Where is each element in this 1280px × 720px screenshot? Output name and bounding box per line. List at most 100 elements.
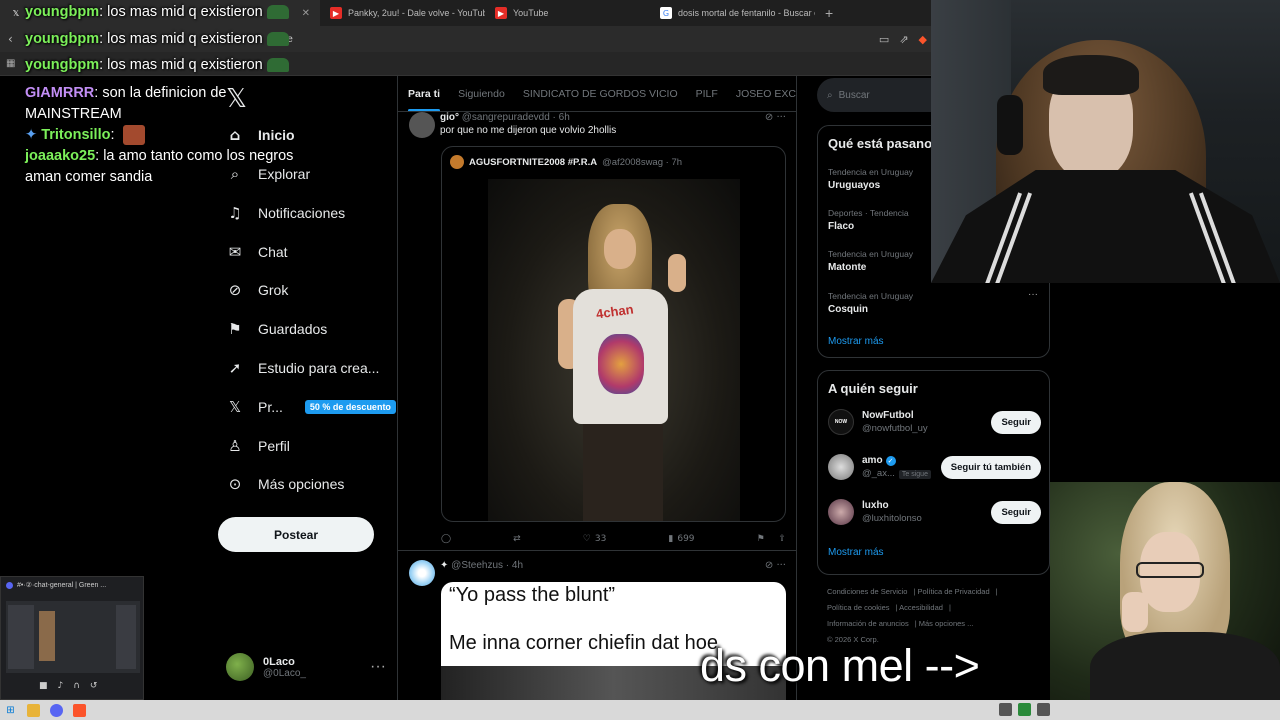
brave-shield-icon[interactable]: ◆ (919, 33, 927, 46)
browser-tab[interactable]: G dosis mortal de fentanilo - Buscar co (650, 0, 815, 26)
folder-icon[interactable] (27, 703, 40, 717)
follow-suggestion[interactable]: NOW NowFutbol @nowfutbol_uy Seguir (828, 409, 1041, 435)
follow-suggestion[interactable]: amo ✓ @_ax... Te sigue Seguir tú también (828, 454, 1041, 480)
nav-chat[interactable]: ✉ Chat (226, 239, 288, 265)
plus-icon: + (825, 5, 834, 21)
avatar[interactable] (409, 560, 435, 586)
post-photo[interactable]: 4chan (488, 179, 740, 521)
nav-profile[interactable]: ♙ Perfil (226, 433, 290, 459)
bookmark-icon: ⚑ (228, 320, 242, 338)
tray-icon[interactable] (999, 703, 1012, 716)
discord-popout[interactable]: #•️·②·chat-general | Green ... ■ ♪ ∩ ↺ (0, 576, 144, 700)
views-button[interactable]: ▮ 699 (668, 534, 694, 544)
back-icon[interactable]: ‹ (8, 32, 13, 46)
chat-message: joaaako25: la amo tanto como los negros … (25, 148, 294, 185)
footer-link[interactable]: Accesibilidad (899, 603, 943, 612)
nav-bookmarks[interactable]: ⚑ Guardados (226, 316, 327, 342)
discord-title: #•️·②·chat-general | Green ... (1, 577, 143, 593)
close-tab-icon[interactable]: ✕ (302, 8, 310, 19)
more-dots-icon[interactable]: ··· (776, 560, 786, 571)
post-header: ✦ @Steehzus · 4h (440, 560, 523, 571)
view-count: 699 (677, 534, 695, 544)
discord-icon[interactable] (50, 703, 63, 717)
photo-pants (583, 424, 663, 521)
repost-icon: ⇄ (513, 534, 521, 544)
promo-badge: 50 % de descuento (304, 400, 396, 414)
show-more-link[interactable]: Mostrar más (828, 547, 884, 558)
chat-message: GIAMRRR: son la definicion de MAINSTREAM (25, 85, 227, 122)
nav-notifications[interactable]: ♫ Notificaciones (226, 200, 345, 226)
trend-item[interactable]: Deportes · Tendencia Flaco (828, 208, 909, 232)
post[interactable]: gio° @sangrepuradevdd · 6h por que no me… (398, 112, 796, 551)
footer-link[interactable]: Condiciones de Servicio (827, 587, 907, 596)
bookmark-button[interactable]: ⚑ ⇪ (757, 534, 786, 544)
more-circle-icon: ⊙ (228, 475, 242, 493)
nav-premium[interactable]: 𝕏 Pr... 50 % de descuento (226, 394, 396, 420)
grok-icon[interactable]: ⊘ (765, 560, 773, 571)
like-count: 33 (594, 534, 607, 544)
reader-icon[interactable]: ▭ (879, 33, 889, 46)
chat-username: Tritonsillo (41, 127, 111, 143)
avatar (828, 454, 854, 480)
follow-button[interactable]: Seguir (991, 500, 1041, 524)
taskbar: ⊞ (0, 700, 1280, 720)
tab-list[interactable]: SINDICATO DE GORDOS VICIO (523, 88, 678, 100)
disconnect-icon[interactable]: ↺ (90, 681, 98, 691)
post-meta: @Steehzus · 4h (451, 560, 524, 571)
brave-icon[interactable] (73, 703, 86, 717)
trend-item[interactable]: Tendencia en Uruguay Cosquin (828, 291, 913, 315)
grok-icon[interactable]: ⊘ (765, 112, 773, 123)
post-author[interactable]: gio° (440, 112, 459, 123)
quoted-post[interactable]: AGUSFORTNITE2008 #P.R.A @af2008swag · 7h… (441, 146, 786, 522)
footer-link[interactable]: Política de Privacidad (918, 587, 990, 596)
tray-icon[interactable] (1037, 703, 1050, 716)
new-tab-button[interactable]: + (815, 0, 845, 26)
tab-list[interactable]: JOSEO EXCLUSI (736, 88, 796, 100)
reply-button[interactable]: ◯ (441, 534, 451, 544)
like-button[interactable]: ♡ 33 (583, 534, 607, 544)
avatar[interactable] (409, 112, 435, 138)
post-button[interactable]: Postear (218, 517, 374, 552)
youtube-icon: ▶ (330, 7, 342, 19)
footer-link[interactable]: Política de cookies (827, 603, 890, 612)
trend-title: Matonte (828, 262, 867, 273)
address-bar-icons: ▭ ⇗ ◆ (879, 33, 927, 46)
tab-list[interactable]: PILF (696, 88, 718, 100)
chat-message: youngbpm: los mas mid q existieron (25, 2, 289, 23)
show-more-link[interactable]: Mostrar más (828, 336, 884, 347)
apps-grid-icon[interactable]: ▦ (6, 58, 15, 69)
windows-start-icon[interactable]: ⊞ (4, 704, 17, 717)
nav-grok[interactable]: ⊘ Grok (226, 277, 289, 303)
browser-tab[interactable]: ▶ Pankky, 2uu! - Dale volve - YouTube (320, 0, 485, 26)
follow-button[interactable]: Seguir (991, 410, 1041, 434)
tab-following[interactable]: Siguiendo (458, 88, 505, 100)
more-dots-icon[interactable]: ··· (370, 658, 386, 676)
grok-icon: ⊘ (228, 281, 242, 299)
search-input[interactable]: ⌕ Buscar (817, 78, 937, 112)
footer-link[interactable]: Más opciones ... (919, 619, 974, 628)
account-switcher[interactable]: 0Laco @0Laco_ ··· (226, 653, 386, 681)
follow-suggestion[interactable]: luxho @luxhitolonso Seguir (828, 499, 1041, 525)
tab-for-you[interactable]: Para ti (408, 88, 441, 111)
repost-button[interactable]: ⇄ (513, 534, 521, 544)
microphone-icon[interactable]: ♪ (58, 681, 64, 691)
browser-tab[interactable]: ▶ YouTube (485, 0, 650, 26)
follow-handle: @nowfutbol_uy (862, 423, 928, 434)
footer-link[interactable]: Información de anuncios (827, 619, 909, 628)
trend-item[interactable]: Tendencia en Uruguay Uruguayos (828, 167, 913, 191)
trend-item[interactable]: Tendencia en Uruguay Matonte (828, 249, 913, 273)
follow-back-button[interactable]: Seguir tú también (940, 455, 1041, 479)
nav-label: Notificaciones (258, 205, 346, 221)
camera-icon[interactable]: ■ (39, 681, 48, 691)
nav-creator-studio[interactable]: ➚ Estudio para crea... (226, 355, 380, 381)
guest-video (1050, 482, 1280, 720)
share-icon[interactable]: ⇗ (899, 33, 908, 46)
tray-icon[interactable] (1018, 703, 1031, 716)
headphones-icon[interactable]: ∩ (73, 681, 80, 691)
nav-more-options[interactable]: ⊙ Más opciones (226, 471, 345, 497)
system-tray (999, 703, 1050, 716)
more-dots-icon[interactable]: ··· (1028, 289, 1038, 300)
share-icon[interactable]: ⇪ (778, 534, 786, 544)
more-dots-icon[interactable]: ··· (776, 112, 786, 123)
follow-name: amo ✓ (862, 455, 931, 466)
